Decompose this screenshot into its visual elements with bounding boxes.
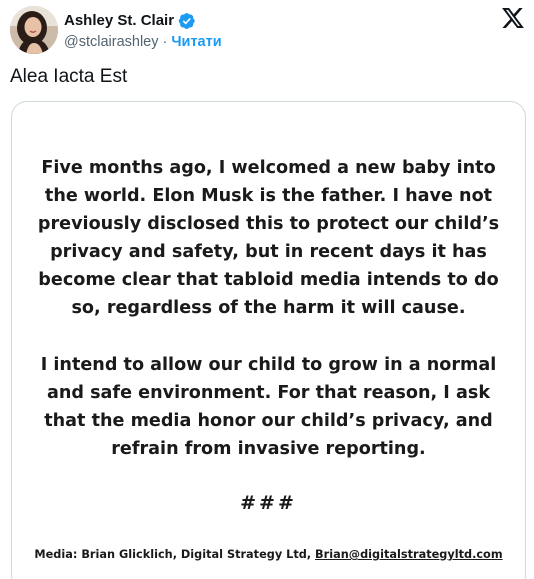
- x-logo-icon[interactable]: [502, 8, 524, 28]
- user-info: Ashley St. Clair @stclairashley · Читати: [64, 11, 222, 50]
- contact-email: Brian@digitalstrategyltd.com: [315, 548, 503, 561]
- media-contact: Media: Brian Glicklich, Digital Strategy…: [12, 548, 525, 561]
- statement-text: Five months ago, I welcomed a new baby i…: [12, 154, 525, 463]
- verified-badge-icon: [178, 12, 196, 30]
- statement-paragraph: Five months ago, I welcomed a new baby i…: [37, 158, 500, 318]
- follow-button[interactable]: Читати: [171, 34, 221, 50]
- statement-paragraph: I intend to allow our child to grow in a…: [40, 355, 497, 459]
- tweet-text: Alea Iacta Est: [10, 66, 128, 87]
- user-handle[interactable]: @stclairashley: [64, 34, 159, 50]
- profile-photo-icon: [10, 6, 58, 54]
- media-image-card[interactable]: Five months ago, I welcomed a new baby i…: [11, 101, 526, 579]
- separator-dot: ·: [162, 34, 168, 50]
- avatar[interactable]: [10, 6, 58, 54]
- tweet: Ashley St. Clair @stclairashley · Читати…: [0, 0, 534, 579]
- end-marker: ###: [240, 492, 297, 514]
- tweet-header: Ashley St. Clair @stclairashley · Читати: [10, 6, 524, 56]
- contact-prefix: Media: Brian Glicklich, Digital Strategy…: [34, 548, 316, 561]
- display-name[interactable]: Ashley St. Clair: [64, 12, 174, 29]
